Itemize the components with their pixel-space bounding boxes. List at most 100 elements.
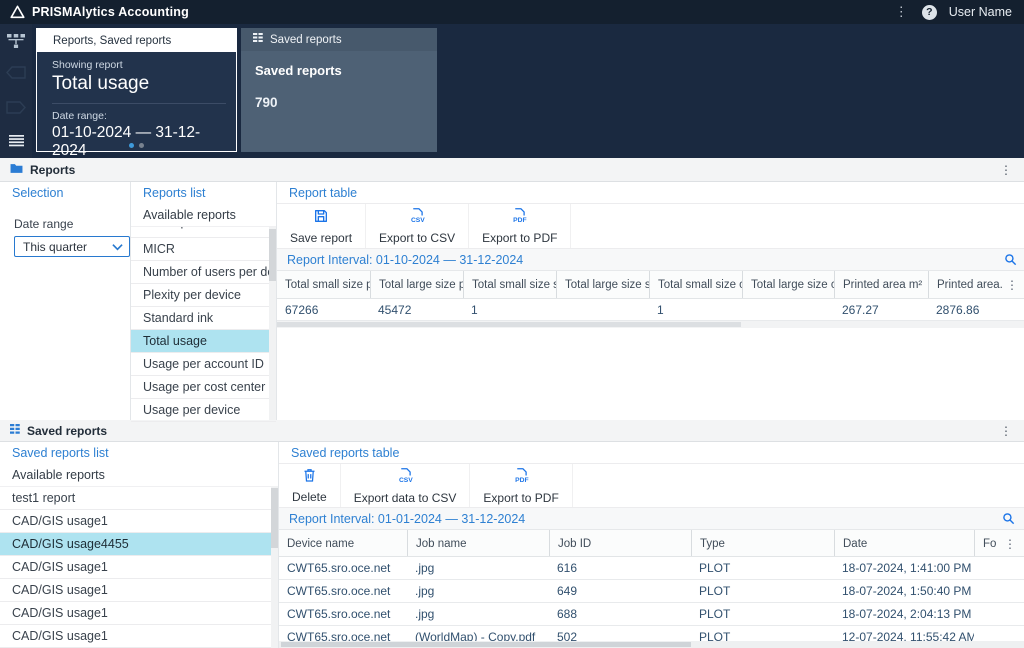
scrollbar-thumb[interactable] bbox=[271, 488, 278, 548]
table-row[interactable]: CWT65.sro.oce.net .jpg 616 PLOT 18-07-2024, … bbox=[279, 557, 1024, 580]
column-header[interactable]: Total large size s... bbox=[556, 271, 649, 298]
list-item[interactable]: CAD/GIS usage1 bbox=[0, 556, 278, 579]
panel-title: Reports list bbox=[143, 186, 206, 200]
overflow-menu-icon[interactable]: ⋮ bbox=[885, 4, 918, 20]
table-cell: 45472 bbox=[378, 303, 412, 317]
date-range-select[interactable]: This quarter bbox=[14, 236, 130, 257]
pdf-icon: PDF bbox=[513, 467, 530, 489]
saved-table-hscrollbar[interactable] bbox=[279, 641, 1024, 648]
search-icon[interactable] bbox=[1002, 512, 1015, 525]
list-item[interactable]: Total usage bbox=[131, 330, 276, 353]
reports-summary-card[interactable]: Reports, Saved reports Showing report To… bbox=[36, 28, 237, 159]
column-header[interactable]: Fo bbox=[974, 530, 1000, 556]
column-header[interactable]: Total small size p... bbox=[277, 271, 370, 298]
table-cell: PLOT bbox=[699, 561, 731, 575]
table-row[interactable]: CWT65.sro.oce.net .jpg 649 PLOT 18-07-2024, … bbox=[279, 580, 1024, 603]
export-csv-button[interactable]: CSV Export to CSV bbox=[366, 204, 470, 248]
saved-reports-list-items: test1 report CAD/GIS usage1 CAD/GIS usage4… bbox=[0, 487, 278, 648]
column-header[interactable]: Total large size c... bbox=[742, 271, 834, 298]
saved-report-interval-bar: Report Interval: 01-01-2024 — 31-12-2024 bbox=[279, 508, 1024, 530]
column-header[interactable]: Job name bbox=[407, 530, 549, 556]
column-header[interactable]: Total small size c... bbox=[649, 271, 742, 298]
section-menu-icon[interactable]: ⋮ bbox=[998, 424, 1014, 438]
menu-icon[interactable] bbox=[0, 135, 32, 147]
list-item-clipped[interactable]: Media print mode bbox=[131, 227, 276, 238]
saved-table-toolbar: Delete CSV Export data to CSV PDF Export… bbox=[279, 464, 1024, 508]
table-cell: 1 bbox=[471, 303, 478, 317]
app-header: PRISMAlytics Accounting ⋮ ? User Name bbox=[0, 0, 1024, 24]
table-cell: 18-07-2024, 1:50:40 PM bbox=[842, 584, 972, 598]
export-data-csv-button[interactable]: CSV Export data to CSV bbox=[341, 464, 471, 507]
column-menu-icon[interactable]: ⋮ bbox=[1002, 271, 1024, 298]
list-item[interactable]: CAD/GIS usage4455 bbox=[0, 533, 278, 556]
list-item[interactable]: MICR bbox=[131, 238, 276, 261]
sidebar bbox=[0, 24, 32, 158]
scrollbar-thumb[interactable] bbox=[277, 322, 742, 327]
saved-reports-card[interactable]: Saved reports Saved reports 790 bbox=[241, 28, 437, 152]
carousel-dot[interactable] bbox=[139, 143, 144, 148]
button-label: Export to PDF bbox=[483, 490, 559, 505]
search-icon[interactable] bbox=[1004, 253, 1017, 266]
selection-panel: Selection Date range This quarter bbox=[0, 182, 131, 420]
list-item[interactable]: Usage per device bbox=[131, 399, 276, 422]
section-title: Reports bbox=[30, 162, 76, 177]
button-label: Export to CSV bbox=[379, 231, 456, 245]
help-icon[interactable]: ? bbox=[921, 4, 937, 20]
csv-icon: CSV bbox=[409, 207, 426, 229]
table-cell bbox=[974, 580, 1000, 602]
table-cell: 18-07-2024, 1:41:00 PM bbox=[842, 561, 972, 575]
list-item[interactable]: test1 report bbox=[0, 487, 278, 510]
table-cell: 616 bbox=[557, 561, 578, 575]
table-row[interactable]: CWT65.sro.oce.net .jpg 688 PLOT 18-07-2024, … bbox=[279, 603, 1024, 626]
column-header[interactable]: Job ID bbox=[549, 530, 691, 556]
list-item-label: Media print mode bbox=[143, 227, 240, 229]
list-item[interactable]: CAD/GIS usage1 bbox=[0, 579, 278, 602]
export-pdf-button[interactable]: PDF Export to PDF bbox=[469, 204, 572, 248]
table-cell: CWT65.sro.oce.net bbox=[287, 607, 391, 621]
column-header[interactable]: Device name bbox=[279, 530, 407, 556]
section-menu-icon[interactable]: ⋮ bbox=[998, 163, 1014, 177]
reports-list-scrollbar[interactable] bbox=[269, 227, 276, 420]
card-header: Reports, Saved reports bbox=[37, 29, 236, 52]
carousel-dot-active[interactable] bbox=[129, 143, 134, 148]
table-cell: 67266 bbox=[285, 303, 319, 317]
date-range-selected-value: This quarter bbox=[23, 239, 88, 254]
column-menu-icon[interactable]: ⋮ bbox=[1000, 530, 1024, 556]
list-item[interactable]: Usage per account ID bbox=[131, 353, 276, 376]
user-name[interactable]: User Name bbox=[949, 5, 1012, 19]
column-header[interactable]: Date bbox=[834, 530, 974, 556]
column-header[interactable]: Printed area... bbox=[928, 271, 1002, 298]
tag-left-icon[interactable] bbox=[0, 66, 32, 79]
list-item[interactable]: CAD/GIS usage1 bbox=[0, 510, 278, 533]
report-interval-bar: Report Interval: 01-10-2024 — 31-12-2024 bbox=[277, 249, 1024, 271]
chevron-down-icon bbox=[112, 240, 123, 254]
save-report-button[interactable]: Save report bbox=[277, 204, 367, 248]
list-item[interactable]: CAD/GIS usage1 bbox=[0, 602, 278, 625]
list-item[interactable]: Usage per cost center bbox=[131, 376, 276, 399]
table-cell: 2876.86 bbox=[936, 303, 980, 317]
list-item[interactable]: Number of users per device bbox=[131, 261, 276, 284]
reports-section-bar: Reports ⋮ bbox=[0, 158, 1024, 182]
delete-button[interactable]: Delete bbox=[279, 464, 341, 507]
saved-reports-count: 790 bbox=[255, 95, 278, 110]
column-header[interactable]: Printed area m² bbox=[834, 271, 928, 298]
report-table-hscrollbar[interactable] bbox=[277, 321, 1024, 328]
scrollbar-thumb[interactable] bbox=[281, 642, 691, 647]
scrollbar-thumb[interactable] bbox=[269, 229, 276, 281]
column-header[interactable]: Type bbox=[691, 530, 834, 556]
carousel-dots bbox=[37, 143, 236, 148]
column-header[interactable]: Total large size p... bbox=[370, 271, 463, 298]
saved-table-header: Device name Job name Job ID Type Date Fo ⋮ bbox=[279, 530, 1024, 557]
saved-list-scrollbar[interactable] bbox=[271, 486, 278, 648]
button-label: Delete bbox=[292, 490, 327, 504]
column-header[interactable]: Total small size s... bbox=[463, 271, 556, 298]
save-icon bbox=[313, 208, 329, 229]
list-item[interactable]: Standard ink bbox=[131, 307, 276, 330]
hierarchy-icon[interactable] bbox=[0, 34, 32, 49]
export-pdf-button[interactable]: PDF Export to PDF bbox=[470, 464, 573, 507]
report-name: Total usage bbox=[52, 73, 150, 94]
tag-right-icon[interactable] bbox=[0, 101, 32, 114]
list-item[interactable]: CAD/GIS usage1 bbox=[0, 625, 278, 648]
list-item[interactable]: Plexity per device bbox=[131, 284, 276, 307]
table-row[interactable]: 67266 45472 1 1 267.27 2876.86 bbox=[277, 299, 1024, 321]
